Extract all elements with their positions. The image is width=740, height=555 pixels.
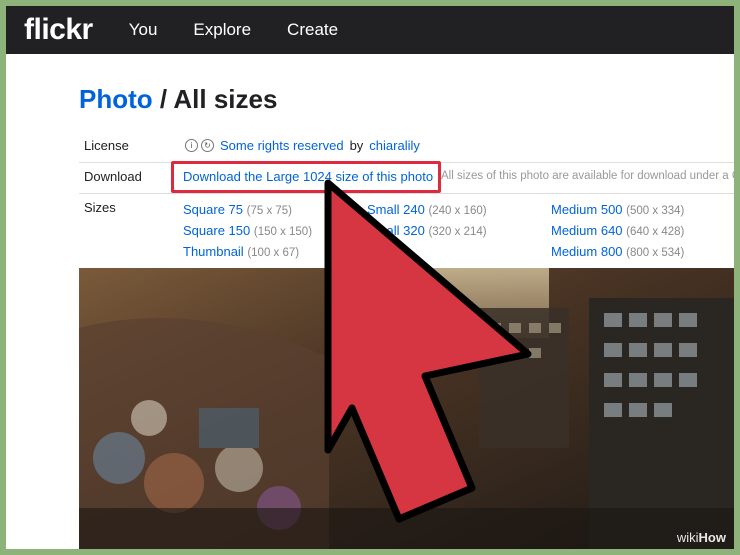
download-label: Download	[84, 169, 142, 184]
size-name[interactable]: Small 320	[367, 223, 425, 238]
size-option[interactable]: Square 150 (150 x 150)	[183, 221, 312, 242]
size-dims: (100 x 67)	[247, 247, 300, 259]
size-name[interactable]: Small 240	[367, 202, 425, 217]
size-name[interactable]: Thumbnail	[183, 244, 244, 259]
cc-sharealike-icon[interactable]: ↻	[201, 139, 214, 152]
size-option[interactable]: Small 240 (240 x 160)	[367, 200, 487, 221]
all-sizes-title: All sizes	[173, 84, 278, 114]
size-option[interactable]: Medium 500 (500 x 334)	[551, 200, 684, 221]
license-row: License i ↻ Some rights reserved by chia…	[79, 138, 734, 158]
download-note: All sizes of this photo are available fo…	[441, 170, 734, 182]
page-title: Photo / All sizes	[79, 84, 277, 115]
size-dims: (800 x 534)	[626, 247, 685, 259]
flickr-logo[interactable]: flickr	[24, 13, 93, 47]
screenshot-frame: flickr You Explore Create Photo / All si…	[6, 6, 734, 549]
size-dims: (500 x 334)	[626, 205, 685, 217]
size-option[interactable]: Thumbnail (100 x 67)	[183, 242, 312, 263]
photo-preview[interactable]: wikiHow	[79, 268, 734, 549]
size-name[interactable]: Square 75	[183, 202, 243, 217]
size-dims: (320 x 214)	[428, 226, 487, 238]
wikihow-watermark: wikiHow	[677, 530, 726, 545]
sizes-row: Sizes Square 75 (75 x 75) Square 150 (15…	[79, 200, 734, 260]
photo-image	[79, 268, 734, 549]
sizes-column-3: Medium 500 (500 x 334) Medium 640 (640 x…	[551, 200, 684, 263]
size-option[interactable]: Medium 800 (800 x 534)	[551, 242, 684, 263]
size-dims: (640 x 428)	[626, 226, 685, 238]
download-large-link[interactable]: Download the Large 1024 size of this pho…	[183, 169, 433, 184]
size-dims: (240 x 160)	[428, 205, 487, 217]
sizes-column-1: Square 75 (75 x 75) Square 150 (150 x 15…	[183, 200, 312, 263]
some-rights-reserved-link[interactable]: Some rights reserved	[220, 138, 344, 153]
nav-explore[interactable]: Explore	[193, 20, 251, 40]
size-option[interactable]: Square 75 (75 x 75)	[183, 200, 312, 221]
size-name[interactable]: Medium 640	[551, 223, 623, 238]
license-content: i ↻ Some rights reserved by chiaralily	[185, 138, 420, 153]
title-separator: /	[152, 84, 174, 114]
divider	[79, 193, 734, 194]
sizes-label: Sizes	[84, 200, 116, 215]
size-name[interactable]: Medium 800	[551, 244, 623, 259]
size-option[interactable]: Small 320 (320 x 214)	[367, 221, 487, 242]
size-option[interactable]: Medium 640 (640 x 428)	[551, 221, 684, 242]
size-dims: (150 x 150)	[253, 226, 313, 238]
cc-attribution-icon[interactable]: i	[185, 139, 198, 152]
sizes-column-2: Small 240 (240 x 160) Small 320 (320 x 2…	[367, 200, 487, 242]
download-row: Download Download the Large 1024 size of…	[79, 161, 734, 193]
license-by-text: by	[349, 138, 364, 153]
watermark-suffix: How	[698, 530, 726, 545]
top-navigation-bar: flickr You Explore Create	[6, 6, 734, 54]
size-name[interactable]: Square 150	[183, 223, 250, 238]
watermark-prefix: wiki	[676, 530, 699, 545]
photo-title-link[interactable]: Photo	[79, 84, 153, 114]
size-name[interactable]: Medium 500	[551, 202, 623, 217]
size-dims: (75 x 75)	[246, 205, 293, 217]
license-label: License	[84, 138, 129, 153]
nav-you[interactable]: You	[129, 20, 158, 40]
author-link[interactable]: chiaralily	[369, 138, 420, 153]
nav-create[interactable]: Create	[287, 20, 338, 40]
